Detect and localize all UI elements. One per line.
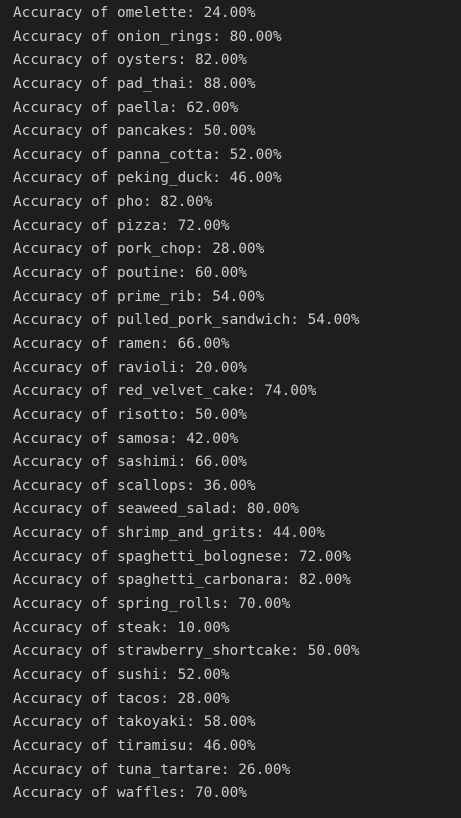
output-line: Accuracy of samosa: 42.00% — [13, 430, 239, 447]
output-line: Accuracy of strawberry_shortcake: 50.00% — [13, 643, 360, 660]
output-line: Accuracy of sushi: 52.00% — [13, 666, 230, 683]
terminal-output[interactable]: Accuracy of omelette: 24.00% Accuracy of… — [0, 0, 461, 818]
output-line: Accuracy of pho: 82.00% — [13, 194, 213, 211]
output-line: Accuracy of spaghetti_bolognese: 72.00% — [13, 548, 351, 565]
output-line: Accuracy of prime_rib: 54.00% — [13, 288, 265, 305]
output-line: Accuracy of pork_chop: 28.00% — [13, 241, 265, 258]
output-line: Accuracy of onion_rings: 80.00% — [13, 28, 282, 45]
output-line: Accuracy of tiramisu: 46.00% — [13, 737, 256, 754]
output-line: Accuracy of pancakes: 50.00% — [13, 123, 256, 140]
output-line: Accuracy of pizza: 72.00% — [13, 217, 230, 234]
output-line: Accuracy of panna_cotta: 52.00% — [13, 146, 282, 163]
output-line: Accuracy of tuna_tartare: 26.00% — [13, 761, 291, 778]
output-line: Accuracy of risotto: 50.00% — [13, 406, 247, 423]
output-line: Accuracy of omelette: 24.00% — [13, 5, 256, 21]
output-line: Accuracy of red_velvet_cake: 74.00% — [13, 383, 317, 400]
output-line: Accuracy of takoyaki: 58.00% — [13, 714, 256, 731]
output-line: Accuracy of poutine: 60.00% — [13, 265, 247, 282]
output-line: Accuracy of seaweed_salad: 80.00% — [13, 501, 299, 518]
output-line: Accuracy of sashimi: 66.00% — [13, 454, 247, 471]
output-line: Accuracy of ramen: 66.00% — [13, 335, 230, 352]
output-line: Accuracy of scallops: 36.00% — [13, 477, 256, 494]
output-line: Accuracy of spring_rolls: 70.00% — [13, 596, 291, 613]
output-line: Accuracy of oysters: 82.00% — [13, 52, 247, 69]
output-line: Accuracy of ravioli: 20.00% — [13, 359, 247, 376]
output-line: Accuracy of paella: 62.00% — [13, 99, 239, 116]
output-line: Accuracy of waffles: 70.00% — [13, 785, 247, 802]
output-line: Accuracy of tacos: 28.00% — [13, 690, 230, 707]
output-line: Accuracy of steak: 10.00% — [13, 619, 230, 636]
output-line: Accuracy of peking_duck: 46.00% — [13, 170, 282, 187]
output-line: Accuracy of pulled_pork_sandwich: 54.00% — [13, 312, 360, 329]
output-line: Accuracy of shrimp_and_grits: 44.00% — [13, 525, 325, 542]
output-line: Accuracy of pad_thai: 88.00% — [13, 75, 256, 92]
output-line: Accuracy of spaghetti_carbonara: 82.00% — [13, 572, 351, 589]
